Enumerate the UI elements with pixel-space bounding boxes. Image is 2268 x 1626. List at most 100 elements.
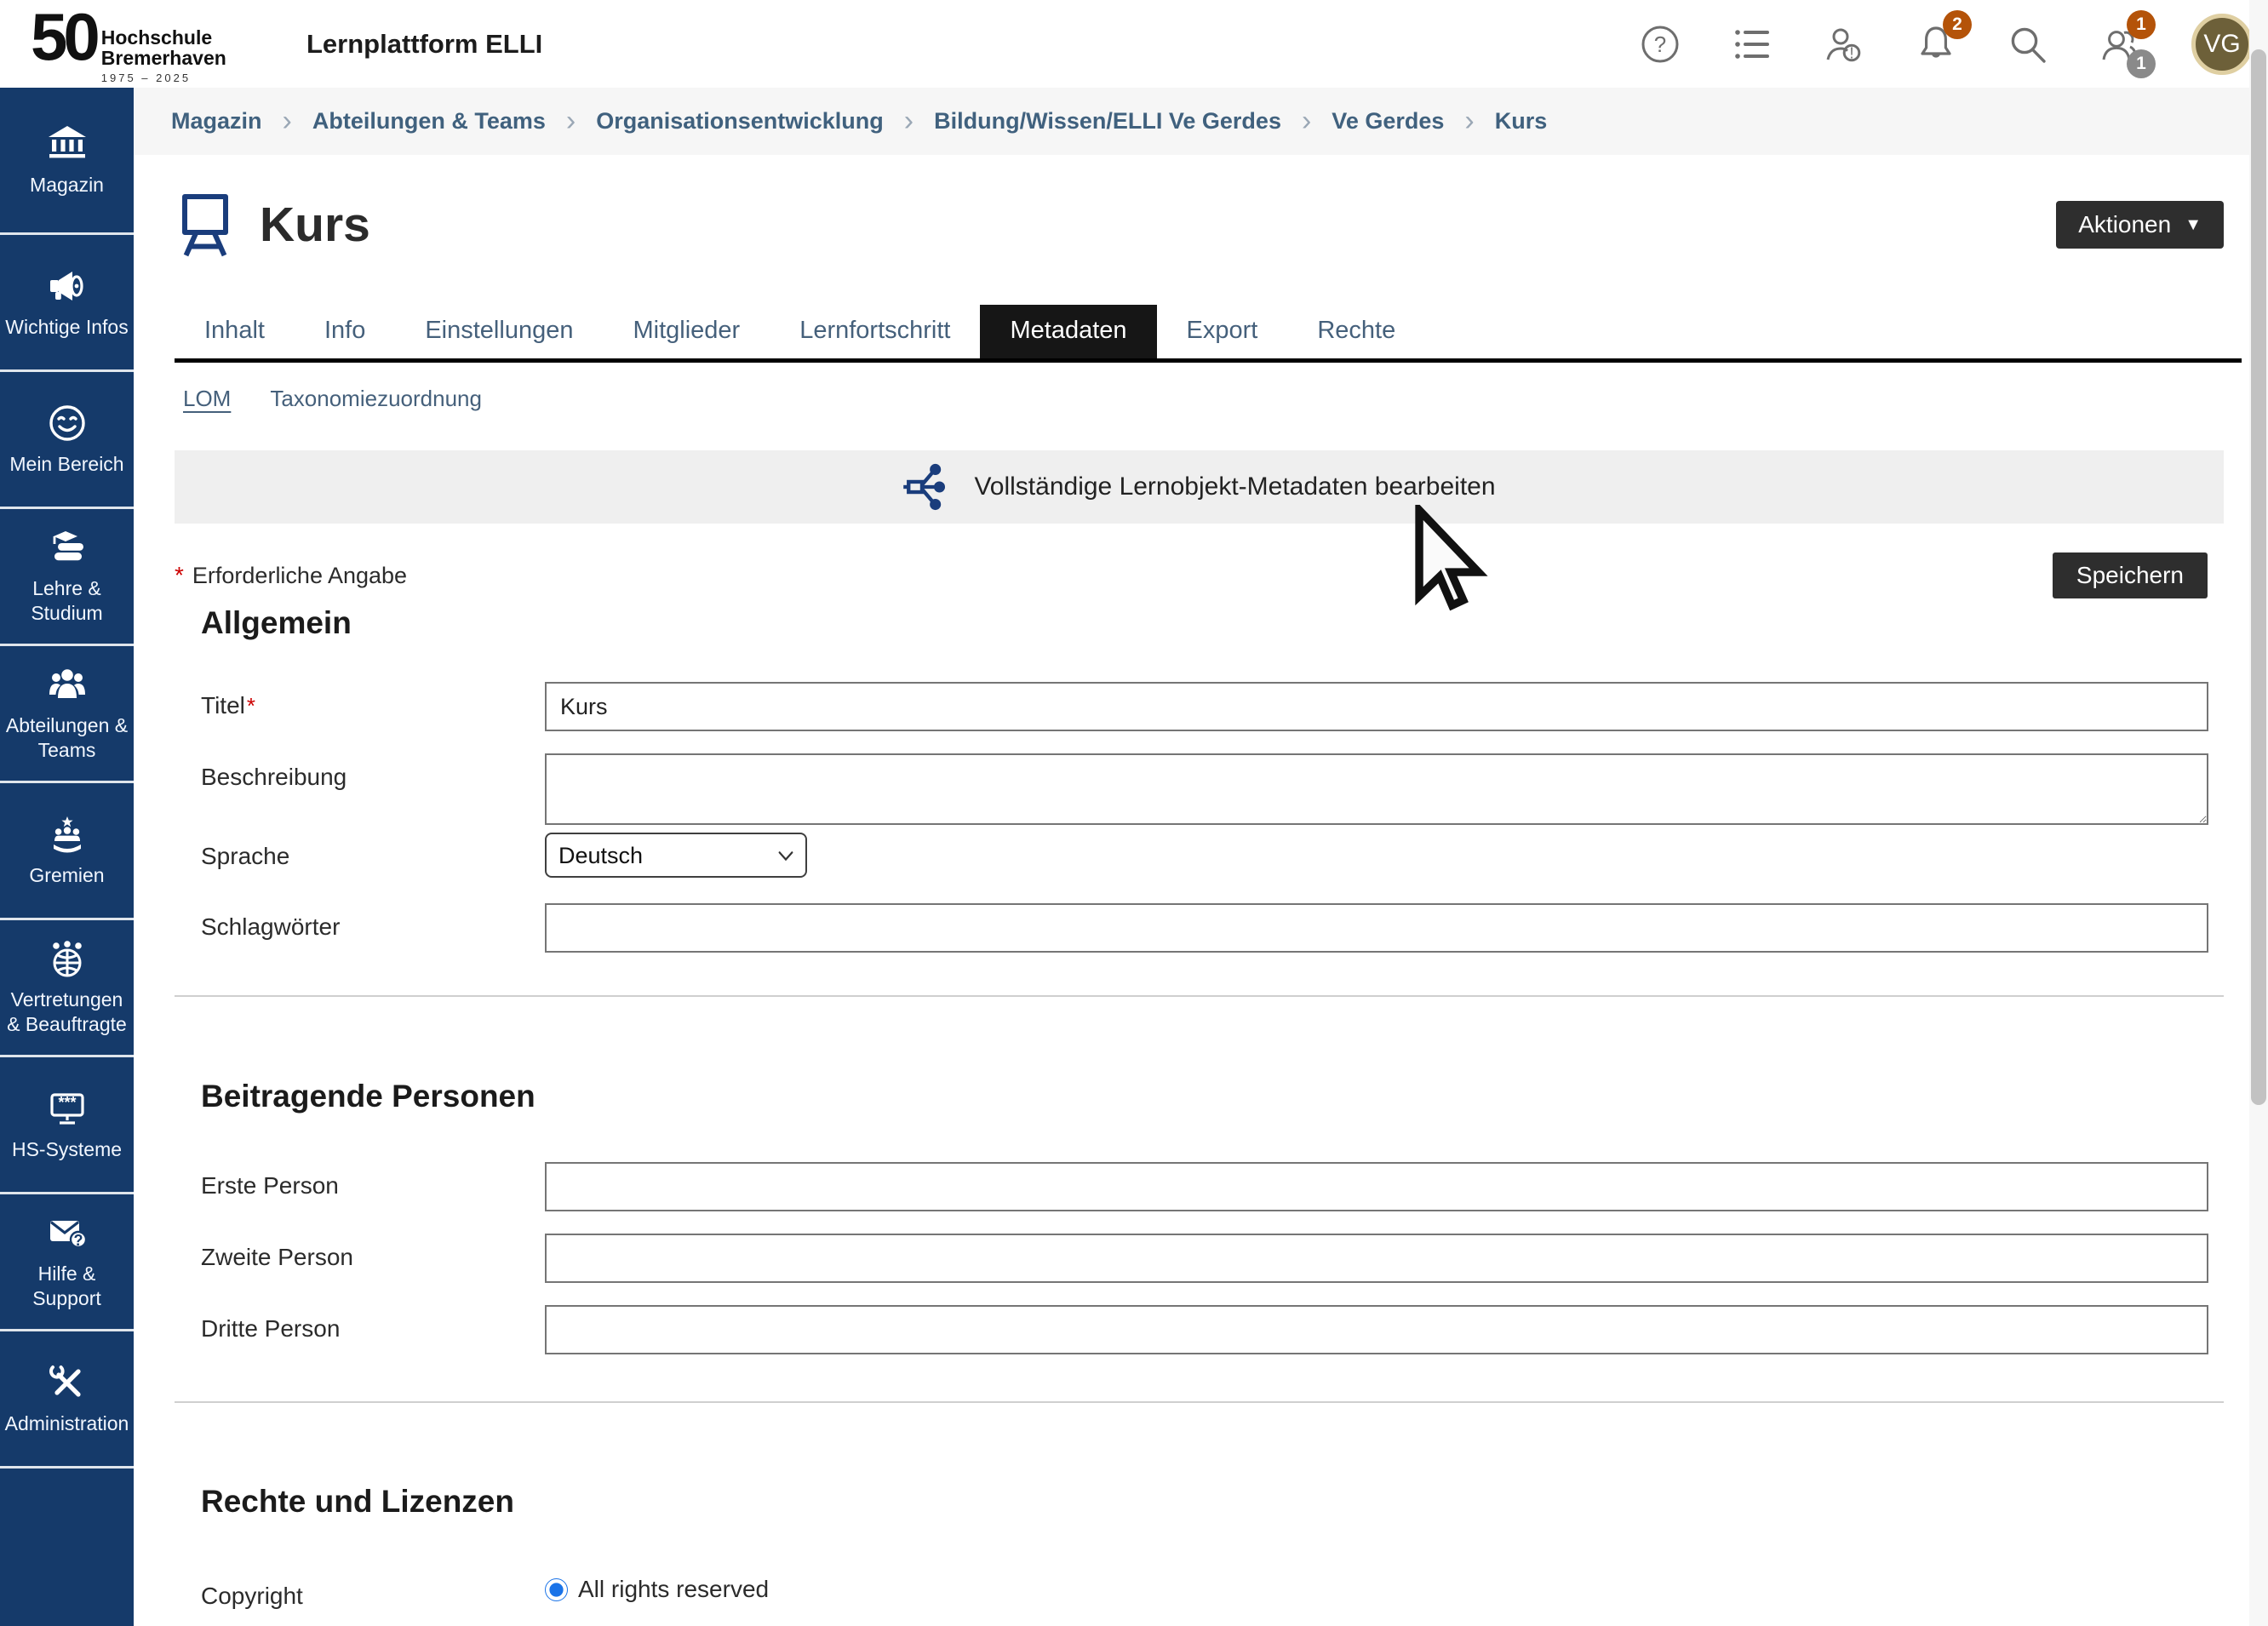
breadcrumb-kurs[interactable]: Kurs	[1495, 108, 1548, 135]
books-icon	[47, 527, 88, 568]
app-title: Lernplattform ELLI	[306, 0, 542, 88]
subtabs: LOM Taxonomiezuordnung	[175, 386, 2224, 412]
beschreibung-label: Beschreibung	[201, 753, 545, 791]
sidebar-item-mein-bereich[interactable]: Mein Bereich	[0, 372, 134, 509]
scrollbar-thumb[interactable]	[2251, 49, 2266, 1105]
svg-text:!: !	[1849, 44, 1853, 61]
content: Kurs Aktionen ▼ Inhalt Info Einstellunge…	[134, 189, 2249, 1610]
contacts-badge-bottom: 1	[2127, 49, 2156, 78]
sprache-label: Sprache	[201, 833, 545, 870]
breadcrumb: Magazin › Abteilungen & Teams › Organisa…	[134, 88, 2249, 155]
who-is-online-icon[interactable]: !	[1824, 24, 1864, 65]
section-heading-rechte: Rechte und Lizenzen	[201, 1484, 2224, 1520]
tab-info[interactable]: Info	[295, 305, 395, 358]
logo-line2: Bremerhaven	[101, 48, 226, 68]
contacts-badge-top: 1	[2127, 10, 2156, 39]
tab-lernfortschritt[interactable]: Lernfortschritt	[770, 305, 980, 358]
dritte-person-input[interactable]	[545, 1305, 2208, 1354]
title-row: Kurs Aktionen ▼	[175, 189, 2224, 261]
contributors-form: Erste Person Zweite Person Dritte Person	[201, 1162, 2208, 1354]
tab-rechte[interactable]: Rechte	[1287, 305, 1425, 358]
required-note-row: * Erforderliche Angabe Speichern	[175, 552, 2224, 598]
sidebar-item-wichtige-infos[interactable]: Wichtige Infos	[0, 235, 134, 372]
megaphone-icon	[47, 266, 88, 306]
sidebar-item-abteilungen-teams[interactable]: Abteilungen & Teams	[0, 646, 134, 783]
logo-number: 50	[31, 5, 96, 68]
list-icon[interactable]	[1732, 24, 1773, 65]
contacts-icon[interactable]: 1 1	[2099, 24, 2140, 65]
subtab-taxonomiezuordnung[interactable]: Taxonomiezuordnung	[270, 386, 482, 412]
sprache-select[interactable]: Deutsch	[545, 833, 807, 878]
sidebar-item-vertretungen-beauftragte[interactable]: Vertretungen & Beauftragte	[0, 920, 134, 1057]
zweite-person-label: Zweite Person	[201, 1234, 545, 1271]
tab-inhalt[interactable]: Inhalt	[175, 305, 295, 358]
breadcrumb-magazin[interactable]: Magazin	[171, 108, 262, 135]
sidebar: Magazin Wichtige Infos Mein Bereich	[0, 88, 134, 1626]
rights-form: Copyright All rights reserved	[201, 1572, 2208, 1610]
sidebar-item-hilfe-support[interactable]: ? Hilfe & Support	[0, 1194, 134, 1331]
erste-person-input[interactable]	[545, 1162, 2208, 1211]
svg-text:***: ***	[58, 1094, 76, 1111]
tab-einstellungen[interactable]: Einstellungen	[395, 305, 603, 358]
tab-mitglieder[interactable]: Mitglieder	[603, 305, 770, 358]
avatar[interactable]: VG	[2191, 14, 2253, 75]
hochschule-bremerhaven-logo[interactable]: 50 Hochschule Bremerhaven 1975 – 2025	[31, 5, 226, 84]
bell-badge: 2	[1943, 10, 1972, 39]
schlagwoerter-input[interactable]	[545, 903, 2208, 953]
breadcrumb-ve-gerdes[interactable]: Ve Gerdes	[1332, 108, 1444, 135]
breadcrumb-bildung-wissen[interactable]: Bildung/Wissen/ELLI Ve Gerdes	[934, 108, 1281, 135]
page: 50 Hochschule Bremerhaven 1975 – 2025 Le…	[0, 0, 2268, 1626]
chevron-right-icon: ›	[283, 105, 292, 138]
edit-full-metadata-banner[interactable]: Vollständige Lernobjekt-Metadaten bearbe…	[175, 450, 2224, 524]
form-row-copyright: Copyright All rights reserved	[201, 1572, 2208, 1610]
copyright-label: Copyright	[201, 1572, 545, 1610]
dritte-person-label: Dritte Person	[201, 1305, 545, 1343]
beschreibung-textarea[interactable]	[545, 753, 2208, 825]
aktionen-button[interactable]: Aktionen ▼	[2056, 201, 2224, 249]
speichern-button[interactable]: Speichern	[2053, 552, 2208, 598]
mail-help-icon: ?	[47, 1212, 88, 1253]
titel-input[interactable]	[545, 682, 2208, 731]
svg-text:?: ?	[1654, 31, 1666, 57]
sidebar-item-hs-systeme[interactable]: *** HS-Systeme	[0, 1057, 134, 1194]
copyright-option-label: All rights reserved	[578, 1576, 769, 1603]
breadcrumb-organisationsentwicklung[interactable]: Organisationsentwicklung	[596, 108, 884, 135]
breadcrumb-abteilungen-teams[interactable]: Abteilungen & Teams	[312, 108, 546, 135]
subtab-lom[interactable]: LOM	[183, 386, 231, 412]
form-row-zweite-person: Zweite Person	[201, 1234, 2208, 1283]
metadata-form: Titel* Beschreibung Sprache Deutsch	[201, 682, 2208, 953]
bank-icon	[47, 123, 88, 164]
form-row-sprache: Sprache Deutsch	[201, 833, 2208, 878]
sidebar-item-gremien[interactable]: Gremien	[0, 783, 134, 920]
sidebar-item-magazin[interactable]: Magazin	[0, 88, 134, 235]
section-divider	[175, 995, 2224, 997]
erste-person-label: Erste Person	[201, 1162, 545, 1199]
form-row-schlagwoerter: Schlagwörter	[201, 903, 2208, 953]
globe-people-icon	[47, 938, 88, 979]
tab-export[interactable]: Export	[1157, 305, 1288, 358]
people-group-icon	[47, 664, 88, 705]
vertical-scrollbar[interactable]	[2249, 0, 2268, 1626]
form-row-dritte-person: Dritte Person	[201, 1305, 2208, 1354]
schlagwoerter-label: Schlagwörter	[201, 903, 545, 941]
help-icon[interactable]: ?	[1640, 24, 1681, 65]
titel-label: Titel*	[201, 682, 545, 719]
chevron-right-icon: ›	[1464, 105, 1474, 138]
section-heading-beitragende: Beitragende Personen	[201, 1079, 2224, 1114]
required-note: Erforderliche Angabe	[192, 563, 407, 589]
sidebar-item-lehre-studium[interactable]: Lehre & Studium	[0, 509, 134, 646]
tabs: Inhalt Info Einstellungen Mitglieder Ler…	[175, 305, 2242, 363]
monitor-icon: ***	[47, 1088, 88, 1129]
hub-network-icon	[902, 462, 952, 512]
form-row-erste-person: Erste Person	[201, 1162, 2208, 1211]
search-icon[interactable]	[2007, 24, 2048, 65]
notifications-bell-icon[interactable]: 2	[1916, 24, 1956, 65]
topbar-icons: ? !	[1640, 0, 2253, 88]
zweite-person-input[interactable]	[545, 1234, 2208, 1283]
tab-metadaten[interactable]: Metadaten	[980, 305, 1156, 358]
caret-down-icon: ▼	[2185, 215, 2202, 235]
copyright-radio-all-rights-reserved[interactable]	[545, 1578, 568, 1601]
sidebar-item-administration[interactable]: Administration	[0, 1331, 134, 1469]
form-row-titel: Titel*	[201, 682, 2208, 731]
chevron-right-icon: ›	[1302, 105, 1311, 138]
